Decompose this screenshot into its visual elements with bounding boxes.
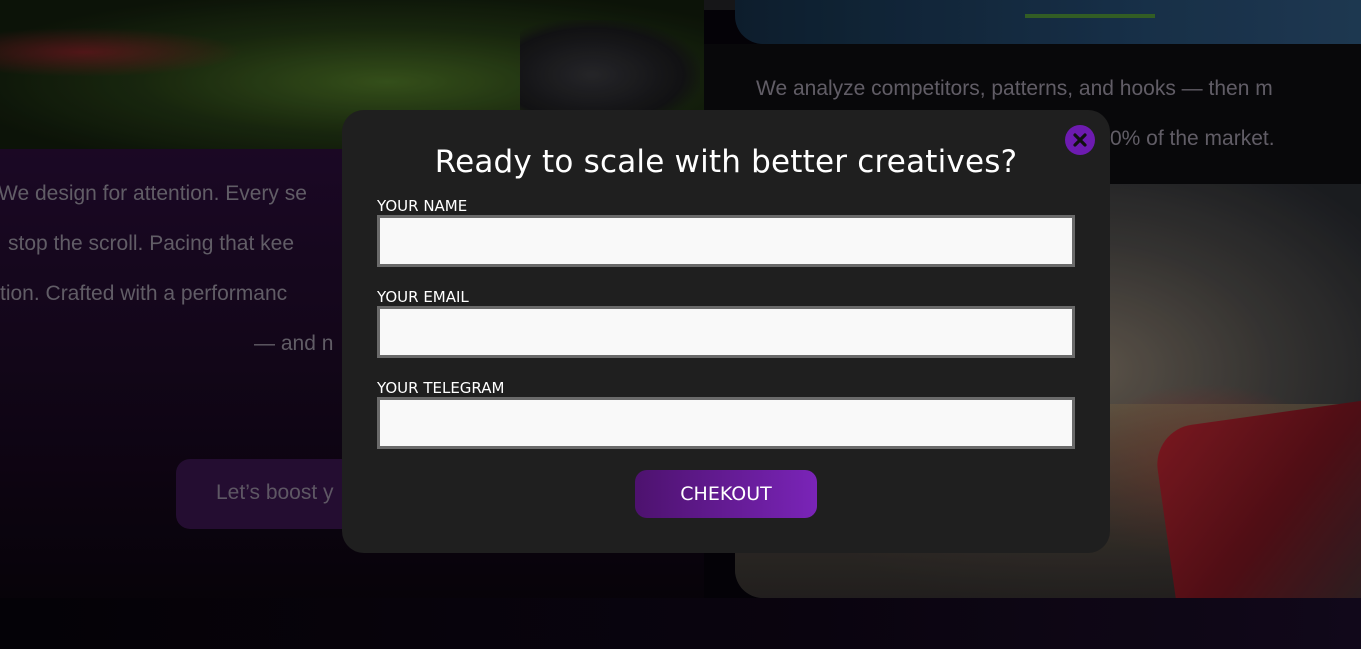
checkout-button[interactable]: CHEKOUT — [635, 470, 817, 518]
email-input[interactable] — [377, 306, 1075, 358]
telegram-label: YOUR TELEGRAM — [377, 379, 505, 397]
telegram-input[interactable] — [377, 397, 1075, 449]
modal-title: Ready to scale with better creatives? — [434, 144, 1018, 180]
checkout-modal: Ready to scale with better creatives? YO… — [342, 110, 1110, 553]
name-label: YOUR NAME — [377, 197, 468, 215]
email-label: YOUR EMAIL — [377, 288, 469, 306]
name-input[interactable] — [377, 215, 1075, 267]
